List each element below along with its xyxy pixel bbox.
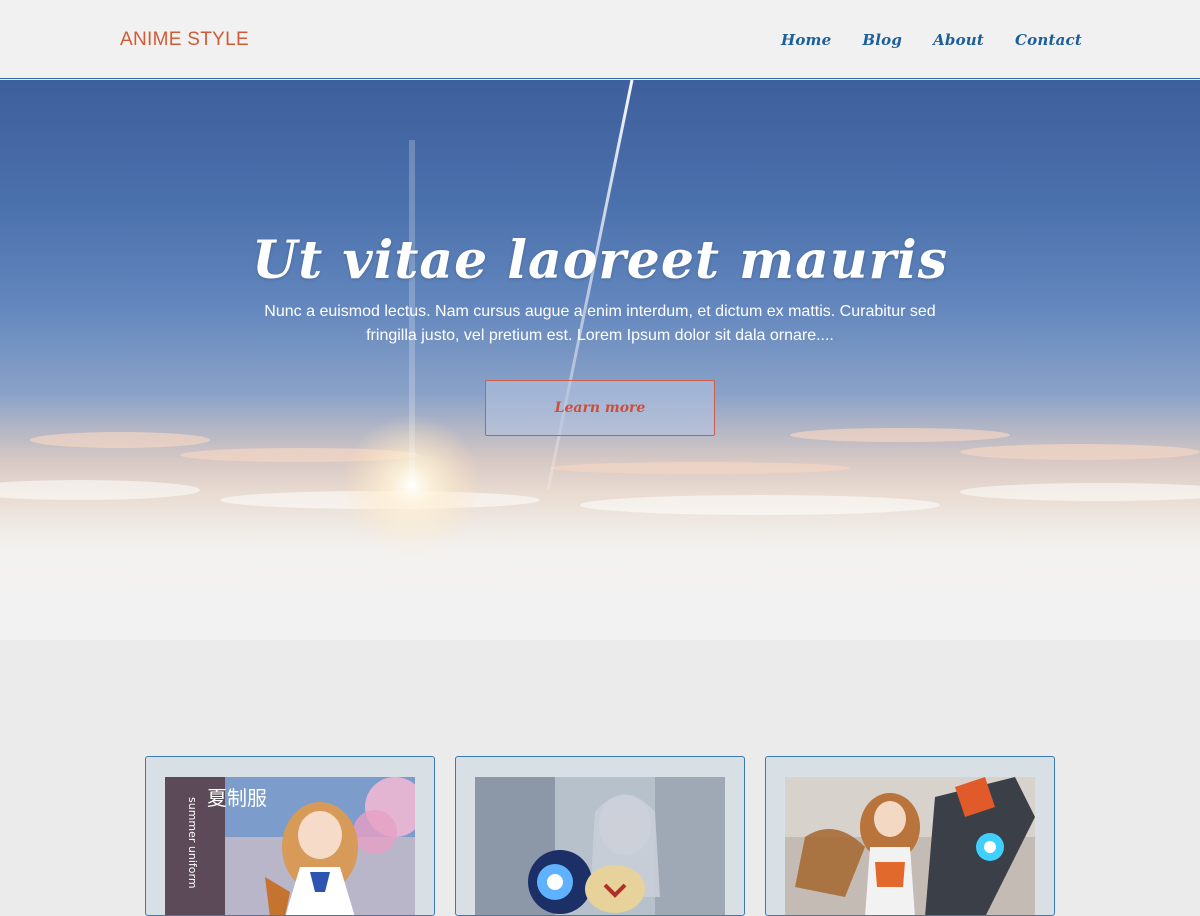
hero-banner: Ut vitae laoreet mauris Nunc a euismod l… bbox=[0, 80, 1200, 640]
card-image[interactable]: 夏制服 summer uniform bbox=[165, 777, 415, 915]
card-image[interactable] bbox=[785, 777, 1035, 915]
main-nav: Home Blog About Contact bbox=[781, 31, 1082, 49]
nav-contact[interactable]: Contact bbox=[1015, 31, 1082, 49]
site-header: ANIME STYLE Home Blog About Contact bbox=[0, 0, 1200, 79]
site-brand-link[interactable]: ANIME STYLE bbox=[120, 29, 249, 51]
post-card[interactable]: 夏制服 summer uniform bbox=[145, 756, 435, 916]
nav-about[interactable]: About bbox=[933, 31, 984, 49]
sign-subtext: summer uniform bbox=[186, 797, 199, 889]
hero-title: Ut vitae laoreet mauris bbox=[251, 230, 949, 291]
learn-more-button[interactable]: Learn more bbox=[485, 380, 715, 436]
card-image[interactable] bbox=[475, 777, 725, 915]
anime-mecha-image bbox=[785, 777, 1035, 915]
nav-blog[interactable]: Blog bbox=[862, 31, 902, 49]
hero-sky-image bbox=[0, 80, 1200, 640]
hero-description: Nunc a euismod lectus. Nam cursus augue … bbox=[264, 303, 936, 344]
nav-home[interactable]: Home bbox=[781, 31, 831, 49]
anime-robot-image bbox=[475, 777, 725, 915]
anime-school-uniform-image: 夏制服 summer uniform bbox=[165, 777, 415, 915]
post-card[interactable] bbox=[765, 756, 1055, 916]
sign-kanji-1: 夏制服 bbox=[207, 786, 267, 810]
post-card[interactable] bbox=[455, 756, 745, 916]
